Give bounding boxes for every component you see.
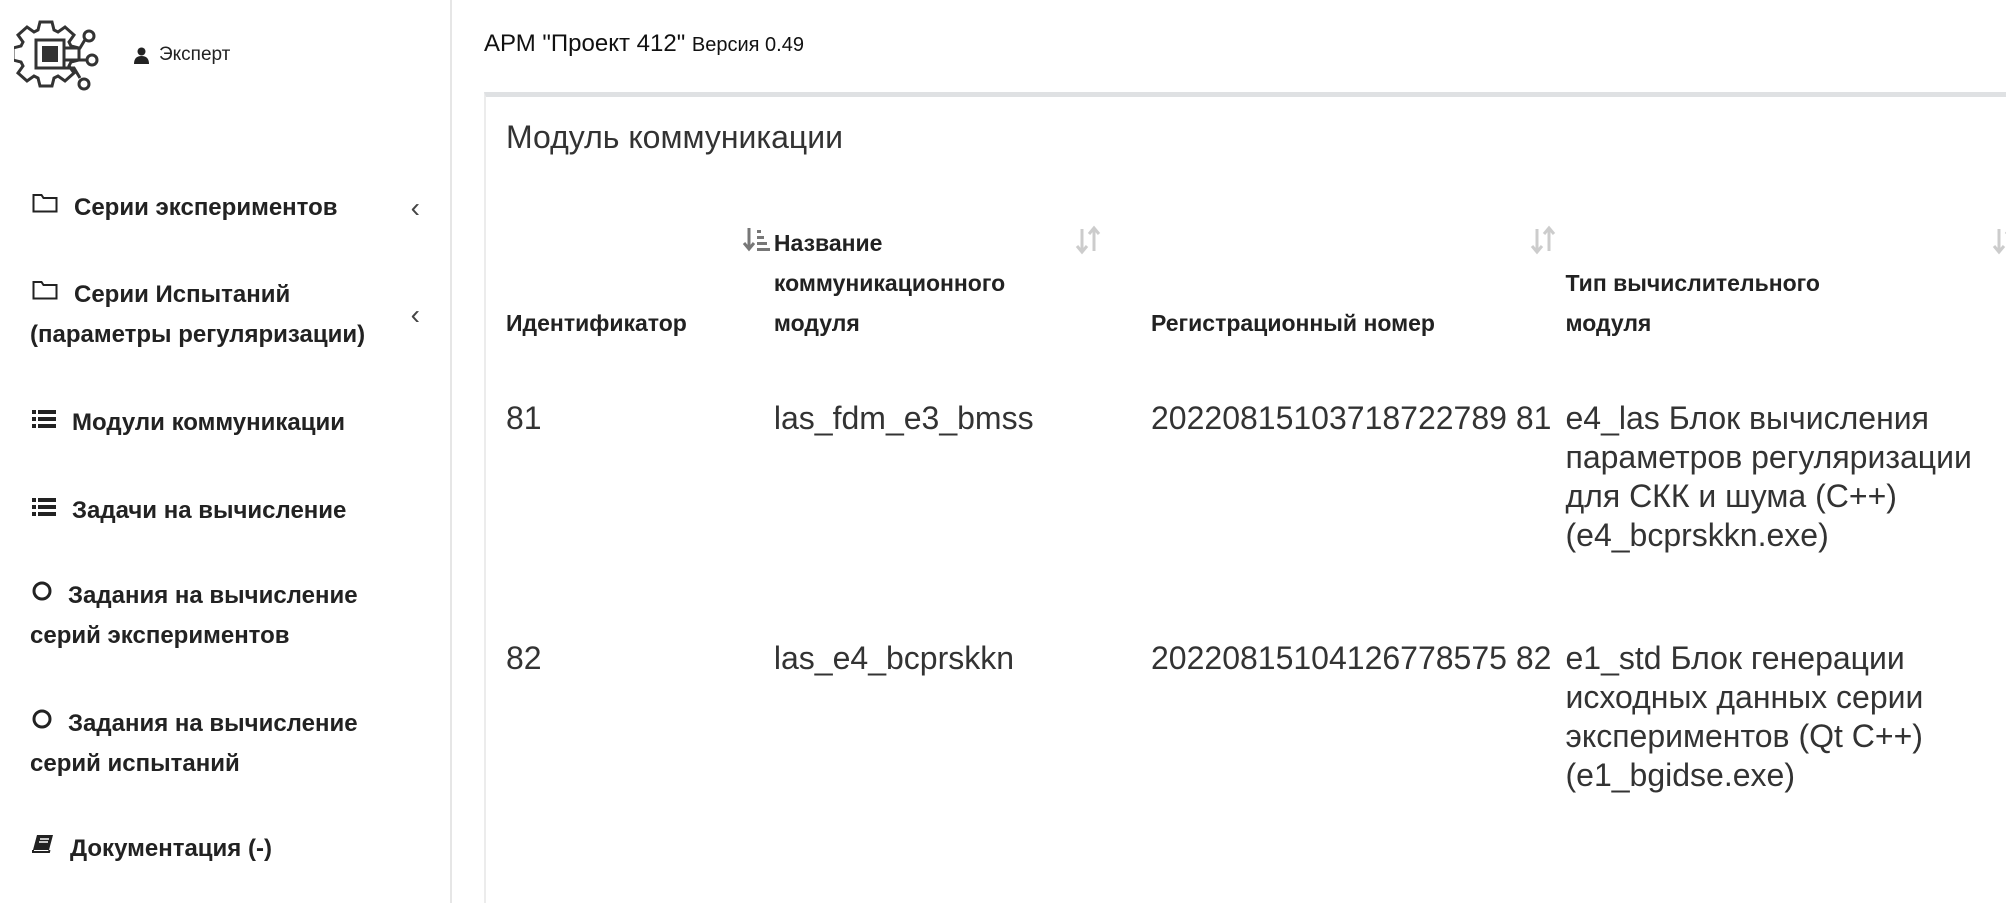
content-card: Модуль коммуникации Идентификатор Назван… — [484, 92, 2006, 903]
list-icon — [32, 489, 56, 528]
user-menu[interactable]: Эксперт — [134, 44, 230, 66]
sidebar-item-experiment-series[interactable]: Серии экспериментов ‹ — [32, 188, 420, 228]
book-icon — [32, 827, 54, 866]
sidebar-item-communication-modules[interactable]: Модули коммуникации — [32, 403, 420, 443]
sort-icon[interactable] — [1990, 225, 2006, 255]
sidebar-item-compute-tasks[interactable]: Задачи на вычисление — [32, 491, 420, 531]
cell-reg-number: 20220815104126778575 82 — [1151, 640, 1552, 676]
circle-icon — [32, 574, 52, 613]
sidebar-item-label-line2: серий испытаний — [30, 750, 240, 778]
user-label: Эксперт — [159, 44, 231, 65]
cell-id: 81 — [506, 400, 542, 436]
column-header-reg-number[interactable]: Регистрационный номер — [1151, 223, 1566, 355]
cell-reg-number: 20220815103718722789 81 — [1151, 400, 1552, 436]
table-row[interactable]: 82 las_e4_bcprskkn 20220815104126778575 … — [506, 629, 2006, 795]
sort-amount-down-icon[interactable] — [742, 225, 772, 255]
sidebar-item-label: Задания на вычисление — [68, 582, 358, 609]
column-header-label: Тип вычислительного модуля — [1565, 270, 1820, 336]
column-header-id[interactable]: Идентификатор — [506, 223, 774, 355]
sidebar-item-label: Серии Испытаний — [74, 281, 291, 308]
page-title: Модуль коммуникации — [506, 119, 843, 155]
cell-id: 82 — [506, 640, 542, 676]
column-header-name[interactable]: Название коммуникационного модуля — [774, 223, 1151, 355]
sidebar-item-test-series[interactable]: Серии Испытаний (параметры регуляризации… — [30, 273, 420, 354]
sidebar-item-test-jobs[interactable]: Задания на вычисление серий испытаний — [30, 702, 420, 783]
table-row[interactable]: 81 las_fdm_e3_bmss 20220815103718722789 … — [506, 355, 2006, 629]
circle-icon — [32, 702, 52, 741]
app-title-bar: АРМ "Проект 412" Версия 0.49 — [484, 30, 804, 58]
column-header-label: Название коммуникационного модуля — [773, 230, 1006, 336]
chevron-left-icon: ‹ — [410, 192, 420, 223]
app-version: Версия 0.49 — [691, 34, 804, 56]
sidebar: Эксперт Серии экспериментов ‹ Серии Испы… — [0, 0, 452, 903]
cell-name: las_e4_bcprskkn — [773, 640, 1015, 676]
column-header-label: Идентификатор — [506, 310, 687, 336]
sidebar-item-experiment-jobs[interactable]: Задания на вычисление серий эксперименто… — [30, 574, 420, 655]
sidebar-item-documentation[interactable]: Документация (-) — [32, 829, 420, 869]
folder-icon — [32, 273, 58, 312]
modules-table: Идентификатор Название коммуникационного… — [506, 223, 2006, 795]
folder-icon — [32, 186, 58, 225]
cell-compute-type: e1_std Блок генерации исходных данных се… — [1565, 640, 1924, 793]
column-header-label: Регистрационный номер — [1151, 310, 1435, 336]
list-icon — [32, 401, 56, 440]
sidebar-item-label-line2: (параметры регуляризации) — [30, 321, 366, 349]
cell-compute-type: e4_las Блок вычисления параметров регуля… — [1565, 400, 1972, 553]
app-title: АРМ "Проект 412" — [484, 30, 686, 57]
sidebar-item-label: Модули коммуникации — [72, 409, 346, 436]
sort-icon[interactable] — [1073, 225, 1103, 255]
user-icon — [134, 47, 149, 64]
column-header-compute-type[interactable]: Тип вычислительного модуля — [1566, 223, 2006, 355]
sidebar-item-label: Задания на вычисление — [68, 710, 358, 737]
chevron-left-icon: ‹ — [410, 299, 420, 330]
sidebar-item-label: Серии экспериментов — [74, 194, 338, 221]
logo-icon[interactable] — [11, 14, 104, 106]
cell-name: las_fdm_e3_bmss — [773, 400, 1034, 436]
sidebar-item-label: Документация (-) — [70, 835, 272, 862]
sort-icon[interactable] — [1528, 225, 1558, 255]
sidebar-item-label: Задачи на вычисление — [72, 497, 347, 524]
sidebar-item-label-line2: серий экспериментов — [30, 622, 290, 650]
